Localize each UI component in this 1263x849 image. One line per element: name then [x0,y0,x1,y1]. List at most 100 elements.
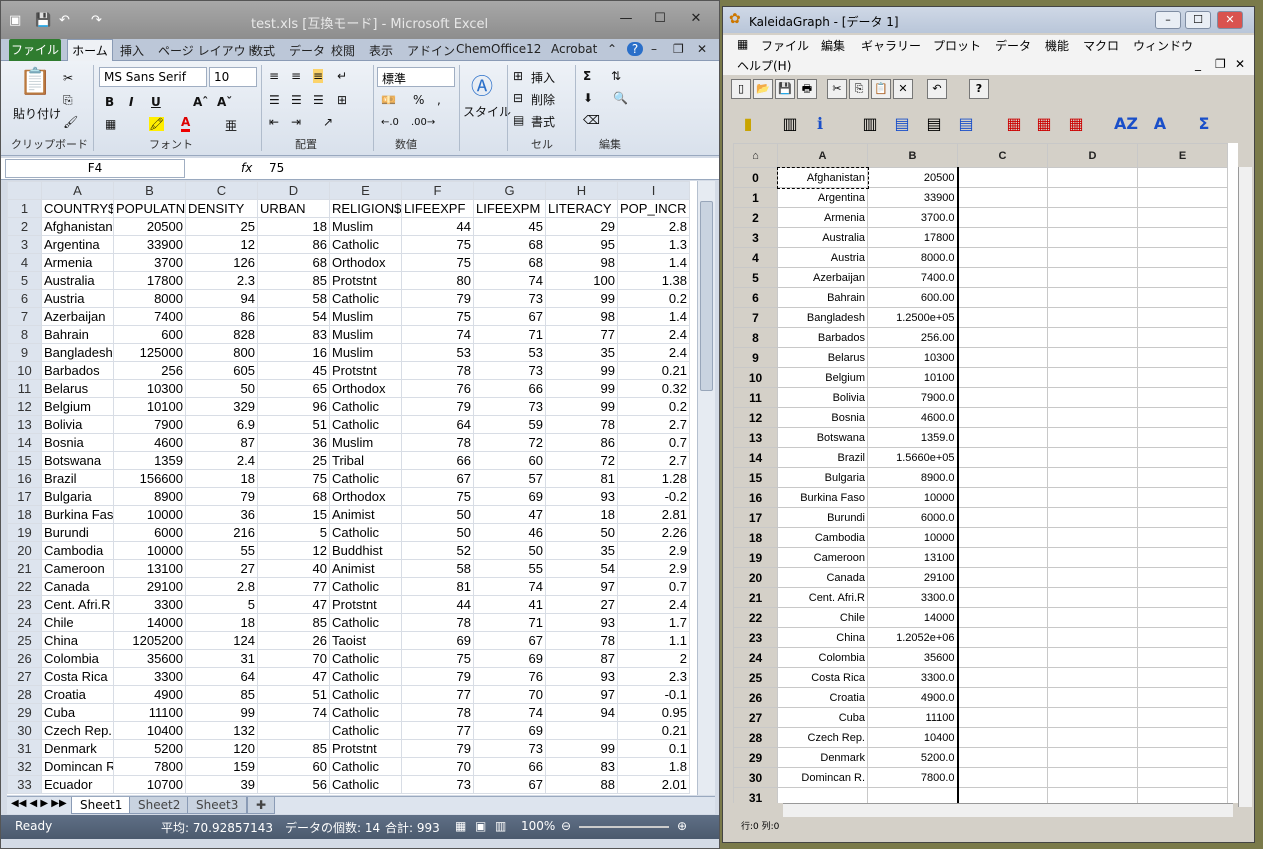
kg-cell[interactable]: Domincan R. [777,767,868,788]
cell[interactable]: 18 [185,469,258,488]
cell[interactable]: Catholic [329,577,402,596]
kg-cell[interactable] [1047,387,1138,408]
cell[interactable]: 78 [401,433,474,452]
cell[interactable]: 74 [257,703,330,722]
cell[interactable]: Tribal [329,451,402,470]
kg-row-number[interactable]: 1 [733,187,778,208]
delete-cells-button[interactable]: 削除 [531,91,555,108]
cell[interactable]: 29 [545,217,618,236]
row-header[interactable]: 12 [7,397,42,416]
kg-row-number[interactable]: 10 [733,367,778,388]
kg-cell[interactable]: 256.00 [867,327,959,348]
cell[interactable]: 26 [257,631,330,650]
cell[interactable]: 10700 [113,775,186,794]
kg-row-number[interactable]: 22 [733,607,778,628]
kg-cell[interactable]: 1359.0 [867,427,959,448]
kg-cell[interactable] [1137,747,1228,768]
kg-cell[interactable] [1047,607,1138,628]
kg-cell[interactable] [1047,647,1138,668]
kg-row-number[interactable]: 30 [733,767,778,788]
cell[interactable]: 75 [401,253,474,272]
cell[interactable]: 6000 [113,523,186,542]
cell[interactable]: 52 [401,541,474,560]
cell[interactable]: 77 [401,721,474,740]
cell[interactable]: 71 [473,325,546,344]
cell[interactable]: Australia [41,271,114,290]
kg-cell[interactable] [1137,687,1228,708]
cell[interactable]: 58 [401,559,474,578]
cell[interactable]: 5 [257,523,330,542]
cell[interactable]: Domincan R [41,757,114,776]
kg-cell[interactable] [957,707,1048,728]
kg-cell[interactable] [957,367,1048,388]
cell[interactable]: LIFEEXPF [401,199,474,218]
kg-cell[interactable] [1137,247,1228,268]
cell[interactable]: Burundi [41,523,114,542]
kg-cell[interactable] [1047,587,1138,608]
row-header[interactable]: 21 [7,559,42,578]
kg-cell[interactable] [1047,687,1138,708]
kg-cell[interactable] [957,307,1048,328]
cell[interactable]: 0.21 [617,361,690,380]
copy-icon[interactable]: ⎘ [63,93,73,108]
cell[interactable]: 50 [401,523,474,542]
styles-icon[interactable]: Ⓐ [471,69,493,101]
cell[interactable]: 25 [257,451,330,470]
kg-menu-edit[interactable]: 編集 [821,37,845,54]
save-icon[interactable]: 💾 [775,79,795,99]
row-header[interactable]: 23 [7,595,42,614]
cell[interactable]: 85 [257,739,330,758]
help-icon[interactable]: ? [969,79,989,99]
text-format-icon[interactable]: A [1147,111,1173,137]
cell[interactable]: Taoist [329,631,402,650]
cell[interactable]: 10400 [113,721,186,740]
kg-cell[interactable] [1047,787,1138,803]
cell[interactable]: 126 [185,253,258,272]
cell[interactable]: 2.3 [617,667,690,686]
cell[interactable]: 1.3 [617,235,690,254]
cut-icon[interactable]: ✂ [63,71,73,85]
increase-indent-icon[interactable]: ⇥ [291,115,301,129]
kg-cell[interactable] [957,567,1048,588]
cell[interactable]: 7900 [113,415,186,434]
cell[interactable]: Catholic [329,523,402,542]
row-header[interactable]: 26 [7,649,42,668]
kg-column-header[interactable]: E [1137,143,1228,168]
kg-row-number[interactable]: 18 [733,527,778,548]
kg-cell[interactable] [957,227,1048,248]
kg-cell[interactable]: 11100 [867,707,959,728]
kg-cell[interactable] [1137,587,1228,608]
kg-cell[interactable] [957,167,1048,188]
cell[interactable]: 15 [257,505,330,524]
cell[interactable]: 95 [545,235,618,254]
select-all-corner[interactable] [7,181,42,200]
kg-row-number[interactable]: 11 [733,387,778,408]
decrease-decimal-icon[interactable]: .00→ [411,117,435,128]
info-icon[interactable]: ℹ [807,111,833,137]
cell[interactable]: 94 [545,703,618,722]
cell[interactable]: 39 [185,775,258,794]
kg-cell[interactable] [1137,347,1228,368]
row-header[interactable]: 30 [7,721,42,740]
kg-cell[interactable]: 13100 [867,547,959,568]
cell[interactable]: 74 [473,703,546,722]
cell[interactable]: Cameroon [41,559,114,578]
styles-button[interactable]: スタイル [463,103,511,120]
cell[interactable]: -0.1 [617,685,690,704]
cell[interactable]: 79 [401,289,474,308]
kg-cell[interactable]: 3300.0 [867,587,959,608]
cell[interactable]: 100 [545,271,618,290]
kg-cell[interactable]: Croatia [777,687,868,708]
cell[interactable]: 0.7 [617,577,690,596]
cell[interactable]: 159 [185,757,258,776]
cell[interactable]: Barbados [41,361,114,380]
cell[interactable]: 17800 [113,271,186,290]
tab-data[interactable]: データ [289,42,325,59]
cell[interactable]: 73 [401,775,474,794]
cell[interactable]: 70 [473,685,546,704]
cell[interactable]: Bulgaria [41,487,114,506]
kg-cell[interactable]: 17800 [867,227,959,248]
kg-cell[interactable]: 600.00 [867,287,959,308]
column-header[interactable]: F [401,181,474,200]
kg-cell[interactable] [1047,247,1138,268]
